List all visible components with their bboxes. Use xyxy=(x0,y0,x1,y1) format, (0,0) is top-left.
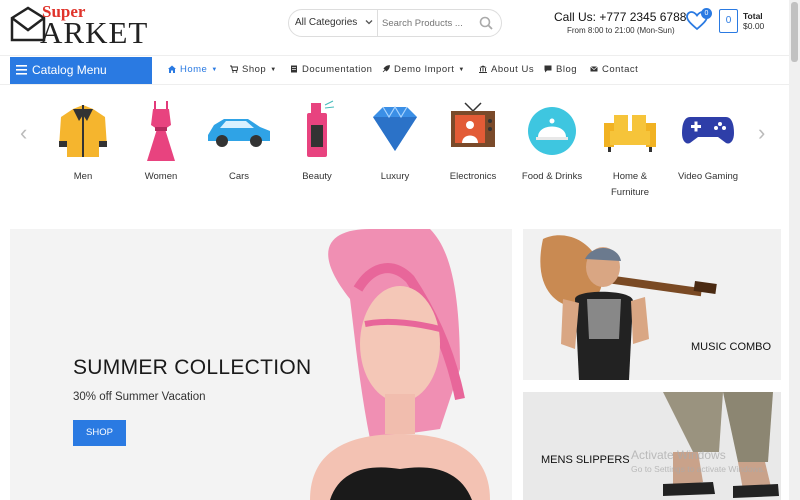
perfume-icon xyxy=(307,100,335,157)
category-select[interactable]: All Categories xyxy=(295,17,357,28)
document-icon xyxy=(291,65,297,73)
slippers-image xyxy=(663,392,779,498)
caret-down-icon: ▼ xyxy=(211,67,218,73)
category-label: Cars xyxy=(228,171,250,182)
nav-demo-import[interactable]: Demo Import ▼ xyxy=(382,64,465,75)
nav-contact-label: Contact xyxy=(602,64,639,75)
home-icon xyxy=(168,65,176,73)
call-us-text: Call Us: +777 2345 6788 xyxy=(554,10,687,24)
comment-icon xyxy=(544,65,552,73)
dress-icon xyxy=(147,101,175,161)
nav-about-us-label: About Us xyxy=(491,64,535,75)
nav-documentation[interactable]: Documentation xyxy=(290,64,372,75)
mens-slippers-banner[interactable]: MENS SLIPPERS xyxy=(523,392,781,500)
nav-home-label: Home xyxy=(180,64,208,75)
category-label: Electronics xyxy=(449,171,497,182)
activate-windows-watermark: Activate Windows xyxy=(631,448,726,462)
gamepad-icon xyxy=(682,117,734,144)
wishlist-button[interactable]: 0 xyxy=(686,8,712,36)
activate-windows-subtext: Go to Settings to activate Windows. xyxy=(631,464,766,474)
header: Super ARKET All Categories Call Us: +777… xyxy=(0,0,800,50)
category-label: Video Gaming xyxy=(677,171,739,182)
search-input[interactable] xyxy=(382,15,472,31)
opening-hours: From 8:00 to 21:00 (Mon-Sun) xyxy=(567,26,675,35)
cart-total-value: $0.00 xyxy=(743,21,765,31)
category-label: Food & Drinks xyxy=(521,171,583,182)
diamond-icon xyxy=(373,105,417,151)
music-combo-label: MUSIC COMBO xyxy=(691,341,772,353)
category-label: Luxury xyxy=(380,171,410,182)
category-men[interactable]: Men xyxy=(43,95,123,185)
hero-banner: SUMMER COLLECTION 30% off Summer Vacatio… xyxy=(10,229,512,500)
jacket-icon xyxy=(59,105,107,157)
category-label-line1: Home & xyxy=(612,171,648,182)
search-divider xyxy=(377,10,378,36)
category-video-gaming[interactable]: Video Gaming xyxy=(668,95,748,185)
chevron-down-icon[interactable] xyxy=(364,17,374,27)
scrollbar-thumb[interactable] xyxy=(791,2,798,62)
nav-blog[interactable]: Blog xyxy=(544,64,577,75)
carousel-next-arrow[interactable]: › xyxy=(758,120,765,146)
nav-shop[interactable]: Shop ▼ xyxy=(230,64,277,75)
cart-total-label: Total xyxy=(743,11,763,21)
cart-icon xyxy=(230,65,238,73)
catalog-menu-button[interactable]: Catalog Menu xyxy=(10,57,152,84)
hamburger-icon xyxy=(16,65,27,75)
category-label-line2: Furniture xyxy=(610,187,649,198)
category-electronics[interactable]: Electronics xyxy=(433,95,513,185)
wishlist-count-badge: 0 xyxy=(701,8,712,19)
category-food-drinks[interactable]: Food & Drinks xyxy=(512,95,592,185)
catalog-menu-label: Catalog Menu xyxy=(32,63,107,77)
search-bar: All Categories xyxy=(288,9,502,37)
site-logo[interactable]: Super ARKET xyxy=(10,2,147,50)
category-carousel: ‹ › Men Women Cars Beauty Luxury Electro… xyxy=(0,95,789,215)
category-label: Women xyxy=(144,171,178,182)
hero-title: SUMMER COLLECTION xyxy=(73,356,312,379)
mens-slippers-label: MENS SLIPPERS xyxy=(541,454,630,466)
category-label: Men xyxy=(73,171,93,182)
category-label: Home & Furniture xyxy=(590,169,670,201)
page-scrollbar[interactable] xyxy=(789,0,800,500)
category-beauty[interactable]: Beauty xyxy=(277,95,357,185)
logo-brand-text: ARKET xyxy=(40,15,149,50)
car-icon xyxy=(208,119,270,147)
bank-icon xyxy=(479,65,487,73)
caret-down-icon: ▼ xyxy=(270,67,277,73)
rocket-icon xyxy=(382,65,390,73)
nav-about-us[interactable]: About Us xyxy=(479,64,534,75)
tv-icon xyxy=(451,102,495,147)
category-cars[interactable]: Cars xyxy=(199,95,279,185)
sofa-icon xyxy=(604,115,656,152)
caret-down-icon: ▼ xyxy=(458,67,465,73)
shop-button[interactable]: SHOP xyxy=(73,420,126,446)
nav-documentation-label: Documentation xyxy=(302,64,373,75)
cloche-icon xyxy=(528,107,576,155)
hero-subtitle: 30% off Summer Vacation xyxy=(73,391,206,403)
category-label: Beauty xyxy=(302,171,332,182)
mail-icon xyxy=(590,66,598,72)
search-icon[interactable] xyxy=(479,16,493,30)
main-navbar: Catalog Menu Home ▼ Shop ▼ Documentation D… xyxy=(0,55,789,85)
category-women[interactable]: Women xyxy=(121,95,201,185)
nav-contact[interactable]: Contact xyxy=(590,64,638,75)
category-home-furniture[interactable]: Home & Furniture xyxy=(590,95,670,201)
nav-blog-label: Blog xyxy=(556,64,578,75)
music-combo-banner[interactable]: MUSIC COMBO xyxy=(523,229,781,380)
category-luxury[interactable]: Luxury xyxy=(355,95,435,185)
carousel-prev-arrow[interactable]: ‹ xyxy=(20,120,27,146)
nav-home[interactable]: Home ▼ xyxy=(168,64,218,75)
guitarist-image xyxy=(540,235,717,380)
nav-demo-import-label: Demo Import xyxy=(394,64,455,75)
nav-shop-label: Shop xyxy=(242,64,267,75)
cart-button[interactable]: 0 xyxy=(719,9,738,33)
